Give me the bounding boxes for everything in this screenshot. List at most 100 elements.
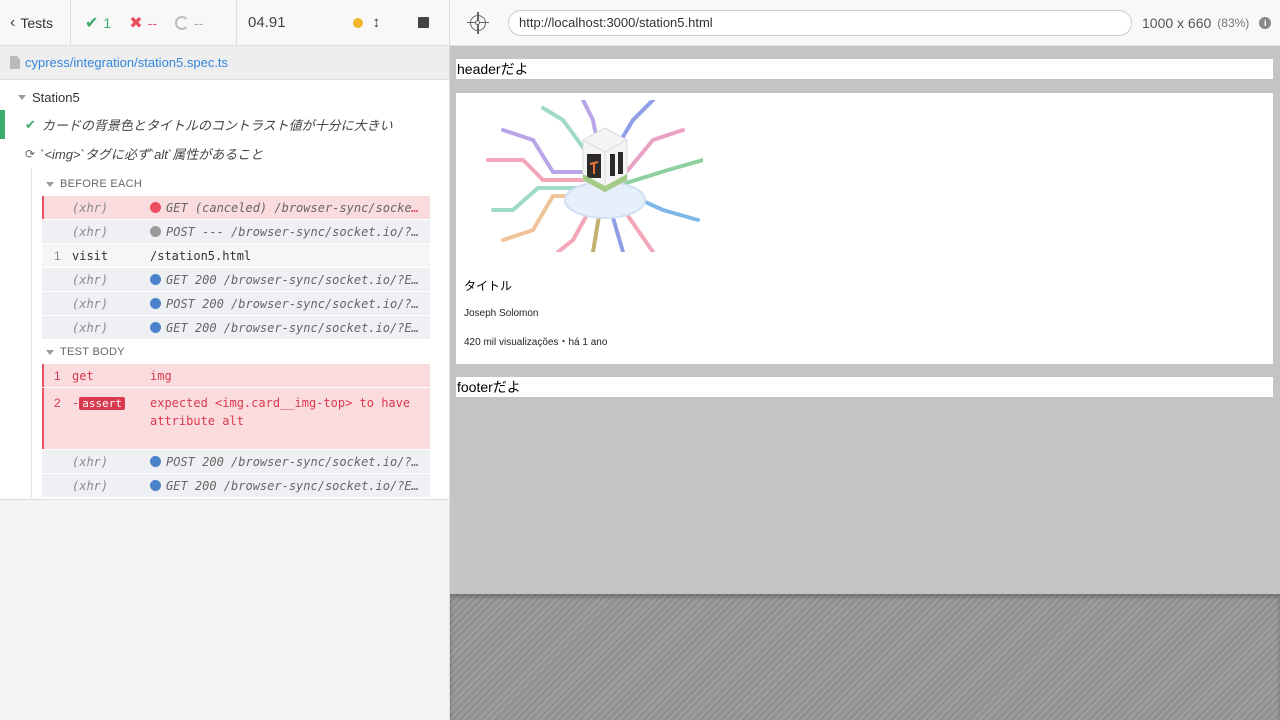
stop-button[interactable] — [418, 17, 429, 28]
command-name: get — [72, 368, 94, 383]
check-icon: ✔ — [25, 116, 36, 132]
cross-icon: ✖ — [129, 14, 143, 32]
spec-path-bar: cypress/integration/station5.spec.ts — [0, 46, 449, 80]
test-row-contrast[interactable]: ✔ カードの背景色とタイトルのコントラスト値が十分に大きい — [0, 110, 449, 139]
command-number: 2 — [54, 396, 61, 410]
command-name: (xhr) — [72, 272, 109, 287]
suite-panel: Station5 ✔ カードの背景色とタイトルのコントラスト値が十分に大きい ⟳… — [0, 80, 449, 500]
caret-down-icon — [46, 181, 54, 187]
command-name: (xhr) — [72, 454, 109, 469]
command-text: POST 200 /browser-sync/socket.io/?EIO=3&… — [166, 296, 430, 311]
command-row[interactable]: (xhr) POST 200 /browser-sync/socket.io/?E… — [42, 450, 430, 474]
pending-stat: -- — [174, 14, 204, 31]
failed-count: -- — [147, 14, 157, 31]
run-controls: ↕ — [317, 0, 449, 45]
command-message: img — [150, 368, 172, 383]
selector-playground-icon[interactable] — [467, 11, 489, 34]
status-dot-icon — [150, 455, 161, 467]
duration: 04.91 — [248, 14, 286, 31]
command-message: /station5.html — [150, 249, 430, 263]
card-meta: 420 mil visualizações・há 1 ano — [464, 337, 608, 348]
info-icon: i — [1259, 16, 1272, 29]
tests-button[interactable]: ‹ Tests — [0, 0, 71, 45]
command-text: POST --- /browser-sync/socket.io/?EIO=3&… — [166, 224, 430, 239]
pending-count: -- — [193, 14, 204, 31]
passed-stat: ✔ 1 — [85, 13, 111, 33]
refresh-icon: ⟳ — [25, 146, 36, 161]
command-log: BEFORE EACH (xhr) GET (canceled) /browser… — [31, 168, 449, 498]
command-row[interactable]: (xhr) GET (canceled) /browser-sync/socket… — [42, 196, 430, 220]
hook-label: BEFORE EACH — [60, 178, 143, 190]
status-dot-icon — [150, 297, 161, 309]
viewport-scale: (83%) — [1217, 15, 1250, 30]
page-header: headerだよ — [456, 59, 1273, 79]
command-number: 1 — [54, 368, 61, 383]
command-message: GET 200 /browser-sync/socket.io/?EIO=3&t… — [150, 273, 430, 287]
command-text: GET 200 /browser-sync/socket.io/?EIO=3&t… — [166, 320, 430, 335]
failed-stat: ✖ -- — [129, 13, 157, 33]
command-row-assert[interactable]: 2 - assert expected <img.card__img-top> t… — [42, 388, 430, 450]
reporter-header: ‹ Tests ✔ 1 ✖ -- -- 04.91 ↕ — [0, 0, 449, 46]
spec-path-link[interactable]: cypress/integration/station5.spec.ts — [25, 55, 228, 70]
assert-text: expected — [150, 396, 216, 410]
command-name: (xhr) — [72, 296, 109, 311]
command-text: GET 200 /browser-sync/socket.io/?EIO=3&t… — [166, 272, 430, 287]
status-dot-icon — [150, 201, 161, 213]
running-status-dot — [352, 17, 363, 28]
command-message: GET 200 /browser-sync/socket.io/?EIO=3&t… — [150, 321, 430, 335]
card: タイトル Joseph Solomon 420 mil visualizaçõe… — [456, 93, 1273, 364]
status-dot-icon — [150, 225, 161, 237]
command-row[interactable]: (xhr) GET 200 /browser-sync/socket.io/?EI… — [42, 268, 430, 292]
command-row-get[interactable]: 1 get img — [42, 364, 430, 388]
card-image — [486, 100, 703, 252]
assert-badge: assert — [79, 397, 125, 410]
test-row-img-alt[interactable]: ⟳ `<img>`タグに必ず`alt`属性があること — [0, 139, 449, 168]
command-text: POST 200 /browser-sync/socket.io/?EIO=3&… — [166, 454, 430, 469]
command-name: (xhr) — [72, 224, 109, 239]
status-dot-icon — [150, 273, 161, 285]
command-row[interactable]: (xhr) GET 200 /browser-sync/socket.io/?EI… — [42, 316, 430, 340]
viewport-info[interactable]: 1000 x 660 (83%) i — [1142, 15, 1272, 31]
hook-label: TEST BODY — [60, 346, 125, 358]
command-row[interactable]: (xhr) GET 200 /browser-sync/socket.io/?EI… — [42, 474, 430, 498]
test-body-xhr-commands: (xhr) POST 200 /browser-sync/socket.io/?E… — [42, 450, 449, 498]
command-name: - assert — [72, 394, 150, 413]
command-row[interactable]: 1 visit/station5.html — [42, 244, 430, 268]
file-icon — [10, 56, 20, 69]
command-row[interactable]: (xhr) POST --- /browser-sync/socket.io/?E… — [42, 220, 430, 244]
status-dot-icon — [150, 321, 161, 333]
command-number: 1 — [54, 248, 61, 263]
url-bar[interactable]: http://localhost:3000/station5.html — [508, 9, 1132, 36]
aut-header: http://localhost:3000/station5.html 1000… — [450, 0, 1280, 46]
command-name: visit — [72, 248, 109, 263]
command-text: /station5.html — [150, 248, 252, 263]
chevron-left-icon: ‹ — [10, 13, 16, 31]
command-message: GET 200 /browser-sync/socket.io/?EIO=3&t… — [150, 479, 430, 493]
command-row[interactable]: (xhr) POST 200 /browser-sync/socket.io/?E… — [42, 292, 430, 316]
command-message: POST 200 /browser-sync/socket.io/?EIO=3&… — [150, 297, 430, 311]
caret-down-icon — [18, 94, 26, 100]
auto-scroll-icon[interactable]: ↕ — [373, 14, 381, 31]
command-message: POST --- /browser-sync/socket.io/?EIO=3&… — [150, 225, 430, 239]
card-author: Joseph Solomon — [464, 308, 539, 319]
status-dot-icon — [150, 479, 161, 491]
assert-selector: <img.card__img-top> — [215, 396, 353, 410]
test-title: `<img>`タグに必ず`alt`属性があること — [40, 147, 264, 162]
suite-title[interactable]: Station5 — [0, 84, 449, 110]
app-under-test: http://localhost:3000/station5.html 1000… — [450, 0, 1280, 720]
command-name: (xhr) — [72, 478, 109, 493]
test-body-hook[interactable]: TEST BODY — [42, 340, 449, 364]
command-text: GET (canceled) /browser-sync/socket.io/?… — [166, 200, 430, 215]
caret-down-icon — [46, 349, 54, 355]
check-icon: ✔ — [85, 14, 99, 32]
command-text: GET 200 /browser-sync/socket.io/?EIO=3&t… — [166, 478, 430, 493]
page-footer: footerだよ — [456, 377, 1273, 397]
before-each-commands: (xhr) GET (canceled) /browser-sync/socket… — [42, 196, 449, 340]
test-stats: ✔ 1 ✖ -- -- — [71, 0, 237, 45]
command-message: expected <img.card__img-top> to have att… — [150, 394, 430, 430]
card-title: タイトル — [464, 279, 513, 293]
viewport-overflow-area — [450, 594, 1280, 720]
reporter-panel: ‹ Tests ✔ 1 ✖ -- -- 04.91 ↕ cypress/inte… — [0, 0, 450, 720]
command-name: (xhr) — [72, 200, 109, 215]
before-each-hook[interactable]: BEFORE EACH — [42, 172, 449, 196]
